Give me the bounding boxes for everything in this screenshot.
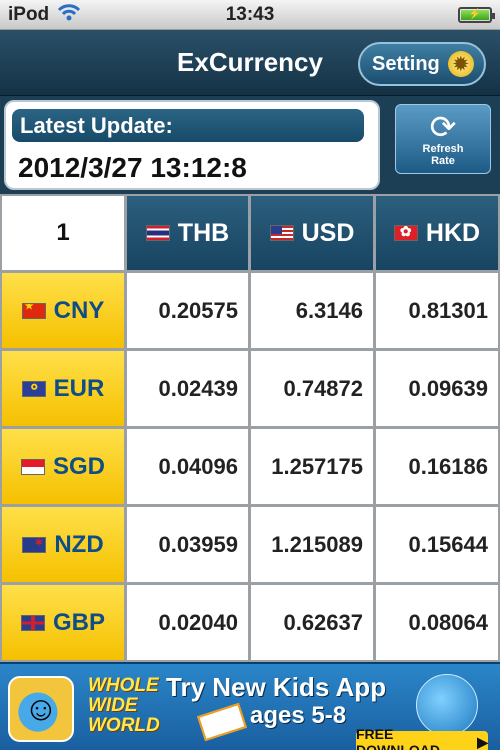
column-code: HKD — [425, 218, 481, 247]
row-code: NZD — [54, 530, 104, 558]
eu-flag-icon — [21, 380, 46, 397]
rate-cell: 0.04096 — [127, 429, 248, 504]
status-left: iPod — [8, 3, 81, 27]
ticket-icon — [197, 702, 247, 742]
battery-charging-icon: ⚡ — [458, 6, 495, 23]
rate-cell: 0.09639 — [376, 351, 498, 426]
latest-update-box: Latest Update: 2012/3/27 13:12:8 — [4, 100, 380, 190]
cta-label: FREE DOWNLOAD — [356, 726, 440, 750]
ad-headline: Try New Kids App — [166, 672, 387, 702]
rate-cell: 0.20575 — [127, 273, 248, 348]
rate-cell: 0.02439 — [127, 351, 248, 426]
setting-button[interactable]: Setting ✹ — [358, 42, 486, 86]
status-bar: iPod 13:43 ⚡ — [0, 0, 500, 30]
rate-cell: 0.81301 — [376, 273, 498, 348]
rate-cell: 1.257175 — [251, 429, 373, 504]
rate-cell: 0.03959 — [127, 507, 248, 582]
rate-cell: 0.62637 — [251, 585, 373, 660]
rate-grid: 1 THB USD HKD CNY 0.20575 6.3146 0.81301… — [0, 194, 500, 662]
column-header-usd[interactable]: USD — [251, 196, 373, 270]
new-zealand-flag-icon — [22, 536, 47, 553]
row-header-nzd[interactable]: NZD — [2, 507, 124, 582]
rate-cell: 0.74872 — [251, 351, 373, 426]
setting-label: Setting — [372, 52, 440, 75]
row-code: GBP — [52, 608, 105, 636]
app-icon: ☺ — [8, 676, 74, 742]
latest-update-value: 2012/3/27 13:12:8 — [18, 152, 247, 183]
refresh-label-line1: Refresh — [422, 143, 464, 155]
brand-line: WORLD — [88, 715, 160, 736]
column-header-thb[interactable]: THB — [127, 196, 248, 270]
rate-cell: 0.08064 — [376, 585, 498, 660]
latest-update-label: Latest Update: — [12, 109, 364, 142]
rate-cell: 0.16186 — [376, 429, 498, 504]
ad-banner[interactable]: ☺ WHOLE WIDE WORLD Try New Kids App ages… — [0, 662, 500, 750]
row-code: CNY — [53, 296, 105, 324]
free-download-button[interactable]: FREE DOWNLOAD ▶ — [356, 726, 488, 750]
wifi-icon — [57, 3, 81, 27]
row-header-sgd[interactable]: SGD — [2, 429, 124, 504]
ad-subline: ages 5-8 — [250, 702, 347, 729]
update-panel: Latest Update: 2012/3/27 13:12:8 ⟳ Refre… — [0, 96, 500, 194]
row-header-eur[interactable]: EUR — [2, 351, 124, 426]
usa-flag-icon — [269, 225, 294, 241]
column-code: THB — [177, 218, 230, 247]
hong-kong-flag-icon — [393, 225, 418, 241]
carrier-label: iPod — [8, 3, 50, 25]
rate-cell: 6.3146 — [251, 273, 373, 348]
rate-cell: 0.15644 — [376, 507, 498, 582]
amount-input[interactable]: 1 — [2, 196, 124, 270]
gear-icon: ✹ — [447, 51, 474, 77]
brand-line: WHOLE — [88, 675, 159, 696]
arrow-right-icon: ▶ — [477, 733, 488, 750]
row-header-gbp[interactable]: GBP — [2, 585, 124, 660]
row-header-cny[interactable]: CNY — [2, 273, 124, 348]
row-code: SGD — [52, 452, 105, 480]
rate-cell: 1.215089 — [251, 507, 373, 582]
nav-bar: ExCurrency Setting ✹ — [0, 30, 500, 96]
refresh-icon: ⟳ — [429, 109, 457, 145]
china-flag-icon — [21, 302, 46, 319]
thailand-flag-icon — [145, 225, 170, 241]
column-code: USD — [301, 218, 355, 247]
singapore-flag-icon — [20, 458, 45, 475]
brand-line: WIDE — [88, 695, 138, 716]
refresh-rate-button[interactable]: ⟳ Refresh Rate — [395, 104, 491, 174]
row-code: EUR — [53, 374, 105, 402]
column-header-hkd[interactable]: HKD — [376, 196, 498, 270]
rate-cell: 0.02040 — [127, 585, 248, 660]
refresh-label-line2: Rate — [431, 155, 455, 167]
uk-flag-icon — [20, 614, 45, 631]
ad-brand: WHOLE WIDE WORLD — [88, 676, 168, 736]
